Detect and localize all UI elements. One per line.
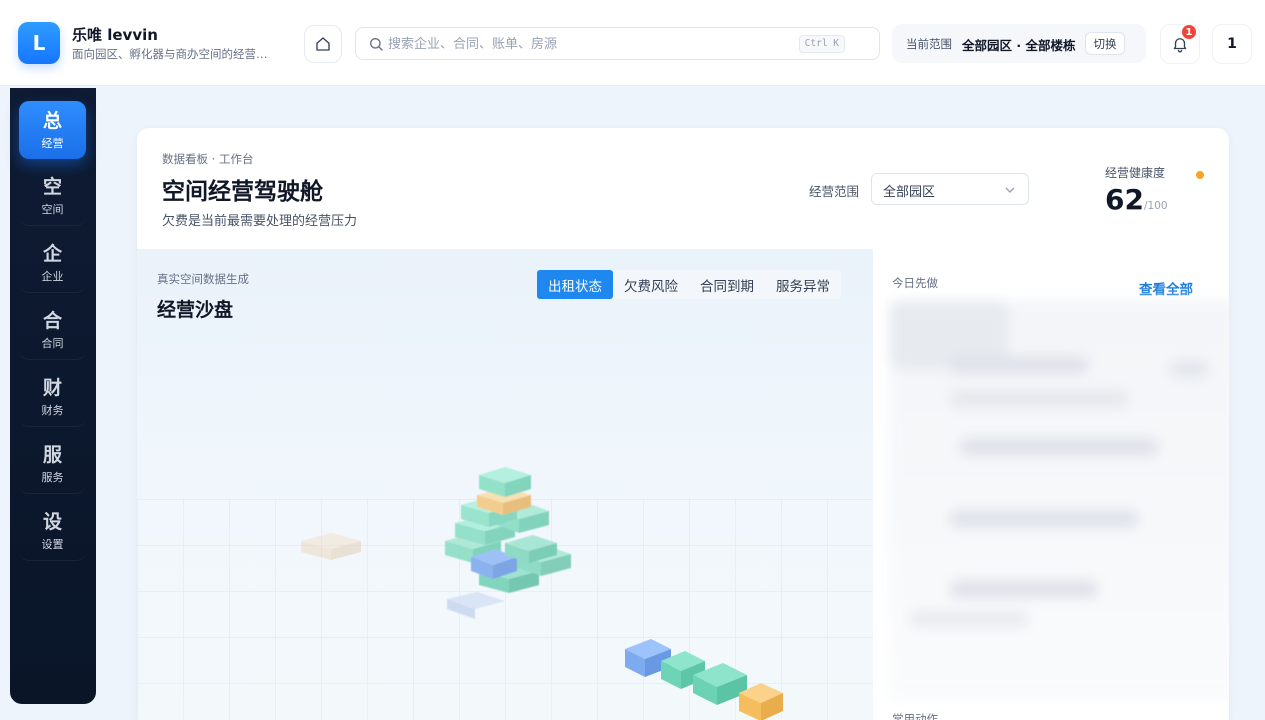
search-shortcut-hint: Ctrl K	[798, 35, 845, 53]
nav-label: 设置	[41, 538, 64, 551]
nav-label: 企业	[41, 270, 64, 283]
sidebar: 总 经营 空 空间 企 企业 合 合同 财 财务 服 服务 设 设置	[10, 88, 96, 704]
nav-label: 合同	[41, 337, 64, 350]
sand-table-scene	[301, 467, 783, 720]
nav-glyph: 设	[42, 511, 62, 533]
chevron-down-icon	[1005, 187, 1015, 193]
app-logo[interactable]: L	[18, 22, 60, 64]
search-input[interactable]	[388, 33, 788, 55]
nav-glyph: 企	[42, 243, 62, 265]
blurred-line	[909, 610, 1029, 628]
building-block[interactable]	[447, 592, 505, 619]
nav-glyph: 合	[42, 310, 62, 332]
blurred-line	[959, 438, 1159, 456]
range-select-value: 全部园区	[883, 185, 936, 200]
building-block[interactable]	[301, 533, 361, 560]
sand-table-panel: 真实空间数据生成 经营沙盘 出租状态 欠费风险 合同到期 服务异常	[137, 249, 873, 720]
page-subtitle: 欠费是当前最需要处理的经营压力	[162, 214, 358, 229]
health-label: 经营健康度	[1105, 166, 1166, 180]
breadcrumb: 数据看板 · 工作台	[162, 152, 254, 166]
nav-label: 财务	[41, 404, 64, 417]
scope-selector: 当前范围 全部园区 · 全部楼栋 切换	[892, 24, 1146, 63]
scope-value: 全部园区 · 全部楼栋	[962, 38, 1076, 53]
logo-letter: L	[32, 31, 46, 55]
todo-label: 今日先做	[892, 276, 938, 290]
page-title: 空间经营驾驶舱	[162, 179, 323, 205]
home-button[interactable]	[304, 25, 342, 63]
range-label: 经营范围	[809, 184, 860, 199]
sidebar-item-service[interactable]: 服 服务	[19, 436, 86, 494]
blurred-line	[949, 390, 1129, 408]
nav-label: 空间	[41, 203, 64, 216]
user-avatar[interactable]: 1	[1212, 24, 1252, 64]
sidebar-item-space[interactable]: 空 空间	[19, 168, 86, 226]
scope-label: 当前范围	[906, 37, 952, 51]
blurred-line	[949, 580, 1099, 598]
brand-name: 乐唯 levvin	[72, 26, 158, 44]
nav-glyph: 空	[42, 176, 62, 198]
notifications-button[interactable]: 1	[1160, 24, 1200, 64]
blurred-line	[949, 356, 1089, 374]
scope-switch-button[interactable]: 切换	[1085, 32, 1125, 55]
todo-list-placeholder	[889, 300, 1229, 700]
nav-glyph: 服	[42, 444, 62, 466]
dashboard-card: 数据看板 · 工作台 空间经营驾驶舱 欠费是当前最需要处理的经营压力 经营范围 …	[137, 128, 1229, 720]
blurred-line	[949, 510, 1139, 528]
home-icon	[316, 37, 330, 51]
search-icon	[370, 38, 383, 51]
common-actions-label: 常用动作	[892, 712, 938, 720]
notification-badge: 1	[1181, 24, 1197, 40]
health-score: 62	[1105, 183, 1144, 216]
nav-glyph: 总	[42, 109, 62, 132]
nav-label: 经营	[41, 136, 64, 150]
see-all-link[interactable]: 查看全部	[1139, 278, 1193, 298]
blurred-line	[1169, 360, 1209, 378]
top-bar: L 乐唯 levvin 面向园区、孵化器与商办空间的经营… Ctrl K 当前范…	[0, 0, 1265, 86]
range-select[interactable]: 全部园区	[871, 173, 1029, 205]
brand-tagline: 面向园区、孵化器与商办空间的经营…	[72, 47, 268, 61]
sidebar-item-enterprise[interactable]: 企 企业	[19, 235, 86, 293]
sidebar-item-finance[interactable]: 财 财务	[19, 369, 86, 427]
sidebar-item-operations[interactable]: 总 经营	[19, 101, 86, 159]
nav-glyph: 财	[42, 377, 62, 399]
health-max: /100	[1144, 200, 1168, 212]
sidebar-item-settings[interactable]: 设 设置	[19, 503, 86, 561]
health-status-dot	[1196, 171, 1204, 179]
sidebar-item-contract[interactable]: 合 合同	[19, 302, 86, 360]
nav-label: 服务	[41, 471, 64, 484]
search-box[interactable]: Ctrl K	[355, 27, 880, 60]
